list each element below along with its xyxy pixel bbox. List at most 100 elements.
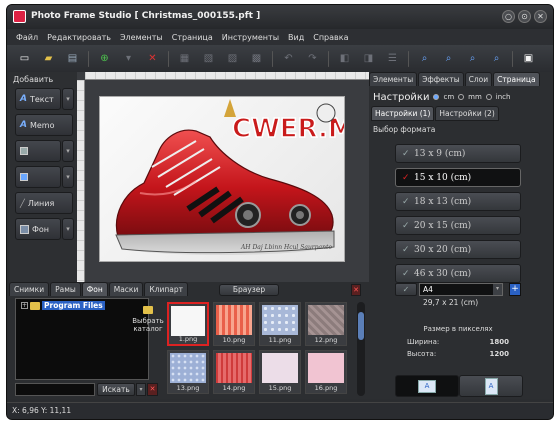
menu-page[interactable]: Страница <box>172 33 213 42</box>
thumbnail[interactable]: 1.png <box>167 302 209 346</box>
add-memo-button[interactable]: A Memo <box>15 114 73 136</box>
tab-layers[interactable]: Слои <box>464 72 493 86</box>
menu-elements[interactable]: Элементы <box>120 33 163 42</box>
thumbnail-scrollbar[interactable] <box>357 302 365 396</box>
duplicate-icon[interactable]: ▩ <box>248 50 265 67</box>
tab-masks[interactable]: Маски <box>108 282 144 296</box>
thumbnail[interactable]: 16.png <box>305 350 347 394</box>
browser-button[interactable]: Браузер <box>219 284 279 296</box>
unit-cm-radio[interactable] <box>433 94 440 100</box>
format-option[interactable]: ✓ 46 x 30 (cm) <box>395 264 521 283</box>
add-shape-dropdown[interactable]: ▾ <box>62 166 74 188</box>
thumbnail-label: 11.png <box>268 336 292 344</box>
paste-icon[interactable]: ▨ <box>224 50 241 67</box>
send-back-icon[interactable]: ◨ <box>360 50 377 67</box>
menu-tools[interactable]: Инструменты <box>222 33 279 42</box>
add-panel-label: Добавить <box>13 75 54 84</box>
tab-frames[interactable]: Рамы <box>50 282 81 296</box>
add-background-button[interactable]: Фон <box>15 218 61 240</box>
chevron-down-icon[interactable]: ▾ <box>493 284 502 295</box>
zoom-out-icon[interactable]: ⌕ <box>440 50 457 67</box>
horizontal-ruler <box>85 72 369 80</box>
add-line-button[interactable]: ╱ Линия <box>15 192 73 214</box>
thumbnail[interactable]: 11.png <box>259 302 301 346</box>
paper-select[interactable]: A4 <box>419 283 503 296</box>
thumbnail-label: 14.png <box>222 384 246 392</box>
search-dropdown[interactable]: ▾ <box>136 383 146 396</box>
menu-edit[interactable]: Редактировать <box>47 33 111 42</box>
thumbnail[interactable]: 10.png <box>213 302 255 346</box>
maximize-button[interactable]: ⊙ <box>518 10 531 23</box>
tab-settings-2[interactable]: Настройки (2) <box>435 106 499 121</box>
tab-background[interactable]: Фон <box>81 282 108 296</box>
tree-item-program-files[interactable]: + Program Files <box>21 301 105 310</box>
line-icon: ╱ <box>20 198 25 208</box>
tab-elements[interactable]: Элементы <box>369 72 418 86</box>
zoom-in-icon[interactable]: ⌕ <box>416 50 433 67</box>
thumbnail[interactable]: 13.png <box>167 350 209 394</box>
open-folder-icon[interactable]: ▰ <box>40 50 57 67</box>
save-icon[interactable]: ▤ <box>64 50 81 67</box>
tab-snapshots[interactable]: Снимки <box>9 282 50 296</box>
unit-inch-radio[interactable] <box>485 94 492 100</box>
close-button[interactable]: ✕ <box>534 10 547 23</box>
toolbar: ▭ ▰ ▤ ⊕ ▾ ✕ ▦ ▧ ▨ ▩ ↶ ↷ ◧ ◨ ☰ ⌕ ⌕ ⌕ ⌕ ▣ <box>7 45 553 72</box>
delete-icon[interactable]: ✕ <box>144 50 161 67</box>
undo-icon[interactable]: ↶ <box>280 50 297 67</box>
tab-settings-1[interactable]: Настройки (1) <box>371 106 435 121</box>
format-option-label: 13 x 9 (cm) <box>414 148 466 159</box>
portrait-orientation-button[interactable]: A <box>459 375 523 397</box>
add-shape-button[interactable] <box>15 166 61 188</box>
status-bar: X: 6,96 Y: 11,11 <box>7 402 553 419</box>
copy-icon[interactable]: ▦ <box>176 50 193 67</box>
title-bar[interactable]: Photo Frame Studio [ Christmas_000155.pf… <box>7 5 553 29</box>
add-text-button[interactable]: A Текст <box>15 88 61 110</box>
clear-search-icon[interactable]: ✕ <box>147 383 158 396</box>
format-option[interactable]: ✓ 13 x 9 (cm) <box>395 144 521 163</box>
redo-icon[interactable]: ↷ <box>304 50 321 67</box>
unit-mm-radio[interactable] <box>458 94 465 100</box>
thumbnail-preview <box>171 306 205 336</box>
thumbnail-preview <box>216 305 252 335</box>
add-background-dropdown[interactable]: ▾ <box>62 218 74 240</box>
thumbnail[interactable]: 14.png <box>213 350 255 394</box>
scrollbar-thumb[interactable] <box>358 312 364 340</box>
canvas-area[interactable]: CWER.ML AH Daj Lbinn Hcul Saurpanto <box>77 72 369 282</box>
landscape-orientation-button[interactable]: A <box>395 375 459 397</box>
minimize-button[interactable]: ○ <box>502 10 515 23</box>
add-dropdown-icon[interactable]: ▾ <box>120 50 137 67</box>
add-format-button[interactable]: + <box>509 283 521 296</box>
pick-catalog-button[interactable]: Выбрать каталог <box>132 298 164 380</box>
add-image-button[interactable] <box>15 140 61 162</box>
width-value: 1800 <box>489 338 509 346</box>
canvas-photo[interactable]: CWER.ML AH Daj Lbinn Hcul Saurpanto <box>99 96 345 262</box>
thumbnail[interactable]: 15.png <box>259 350 301 394</box>
bring-front-icon[interactable]: ◧ <box>336 50 353 67</box>
format-option[interactable]: ✓ 18 x 13 (cm) <box>395 192 521 211</box>
new-file-icon[interactable]: ▭ <box>16 50 33 67</box>
add-text-dropdown[interactable]: ▾ <box>62 88 74 110</box>
search-input[interactable] <box>15 383 95 396</box>
cut-icon[interactable]: ▧ <box>200 50 217 67</box>
menu-view[interactable]: Вид <box>288 33 304 42</box>
add-icon[interactable]: ⊕ <box>96 50 113 67</box>
folder-tree[interactable]: + Program Files <box>15 298 149 380</box>
zoom-actual-icon[interactable]: ⌕ <box>488 50 505 67</box>
close-library-icon[interactable]: ✕ <box>351 284 361 296</box>
format-option-selected[interactable]: ✓ 15 x 10 (cm) <box>395 168 521 187</box>
tab-page[interactable]: Страница <box>493 72 540 86</box>
expand-icon[interactable]: + <box>21 302 28 309</box>
add-image-dropdown[interactable]: ▾ <box>62 140 74 162</box>
search-button[interactable]: Искать <box>97 383 135 396</box>
format-option[interactable]: ✓ 30 x 20 (cm) <box>395 240 521 259</box>
align-icon[interactable]: ☰ <box>384 50 401 67</box>
format-option[interactable]: ✓ 20 x 15 (cm) <box>395 216 521 235</box>
paper-check-icon[interactable]: ✓ <box>395 283 417 296</box>
tab-effects[interactable]: Эффекты <box>418 72 464 86</box>
thumbnail[interactable]: 12.png <box>305 302 347 346</box>
export-icon[interactable]: ▣ <box>520 50 537 67</box>
menu-help[interactable]: Справка <box>313 33 348 42</box>
menu-file[interactable]: Файл <box>16 33 38 42</box>
tab-clipart[interactable]: Клипарт <box>144 282 188 296</box>
zoom-fit-icon[interactable]: ⌕ <box>464 50 481 67</box>
